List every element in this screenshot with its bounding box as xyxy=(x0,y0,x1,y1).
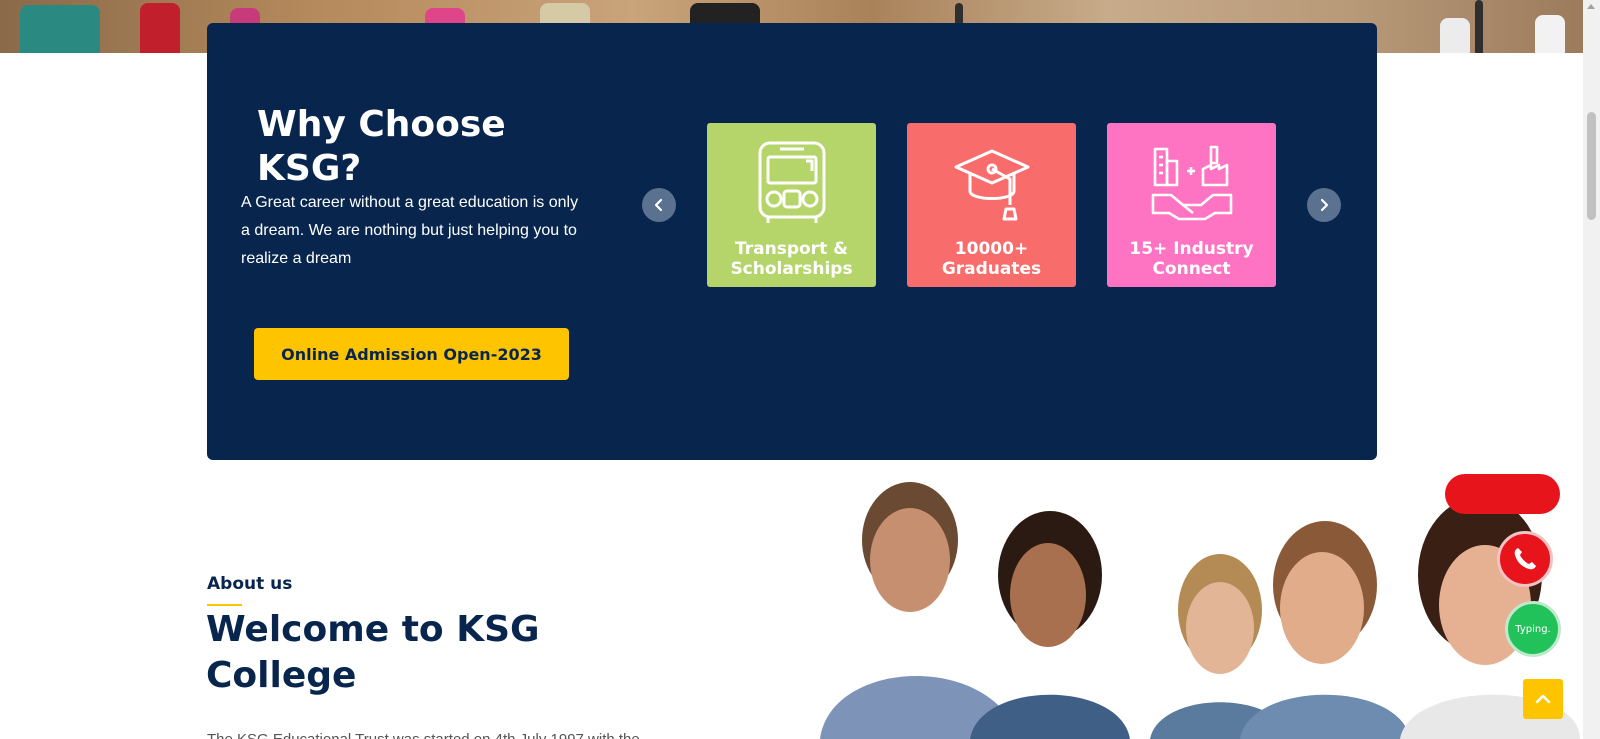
feature-card-label: 10000+ Graduates xyxy=(941,239,1042,279)
why-choose-panel: Why Choose KSG? A Great career without a… xyxy=(207,23,1377,460)
feature-card-graduates[interactable]: 10000+ Graduates xyxy=(907,123,1076,287)
feature-card-industry[interactable]: 15+ Industry Connect xyxy=(1107,123,1276,287)
feature-card-label: Transport & Scholarships xyxy=(730,239,853,279)
photo-figure xyxy=(20,5,100,53)
floating-promo-pill[interactable] xyxy=(1445,474,1560,514)
why-choose-description: A Great career without a great education… xyxy=(241,194,579,267)
photo-figure xyxy=(1535,15,1565,53)
about-underline-divider xyxy=(207,604,242,606)
call-button[interactable] xyxy=(1497,531,1553,587)
scrollbar-thumb[interactable] xyxy=(1587,112,1596,220)
why-choose-title: Why Choose KSG? xyxy=(257,104,506,189)
feature-card-transport[interactable]: Transport & Scholarships xyxy=(707,123,876,287)
chat-typing-label: Typing. xyxy=(1515,623,1551,635)
scroll-up-arrow-icon[interactable] xyxy=(1587,4,1595,9)
industry-handshake-icon xyxy=(1151,145,1232,221)
online-admission-button[interactable]: Online Admission Open-2023 xyxy=(254,328,569,380)
photo-figure xyxy=(1440,18,1470,53)
phone-icon xyxy=(1514,548,1536,570)
carousel-prev-button[interactable] xyxy=(642,188,676,222)
graduation-cap-icon xyxy=(954,149,1029,221)
back-to-top-button[interactable] xyxy=(1523,679,1563,719)
chevron-up-icon xyxy=(1535,694,1551,704)
feature-card-label: 15+ Industry Connect xyxy=(1129,239,1254,279)
chat-button[interactable]: Typing. xyxy=(1505,601,1561,657)
about-paragraph: The KSG Educational Trust was started on… xyxy=(207,731,677,739)
carousel-next-button[interactable] xyxy=(1307,188,1341,222)
chevron-right-icon xyxy=(1320,198,1329,212)
about-title: Welcome to KSG College xyxy=(206,609,540,696)
photo-figure xyxy=(1475,0,1483,53)
students-group-photo xyxy=(820,482,1580,739)
photo-figure xyxy=(140,3,180,53)
bus-icon xyxy=(758,141,825,223)
page-scrollbar[interactable] xyxy=(1583,0,1600,739)
chevron-left-icon xyxy=(654,198,663,212)
about-eyebrow: About us xyxy=(207,574,293,594)
